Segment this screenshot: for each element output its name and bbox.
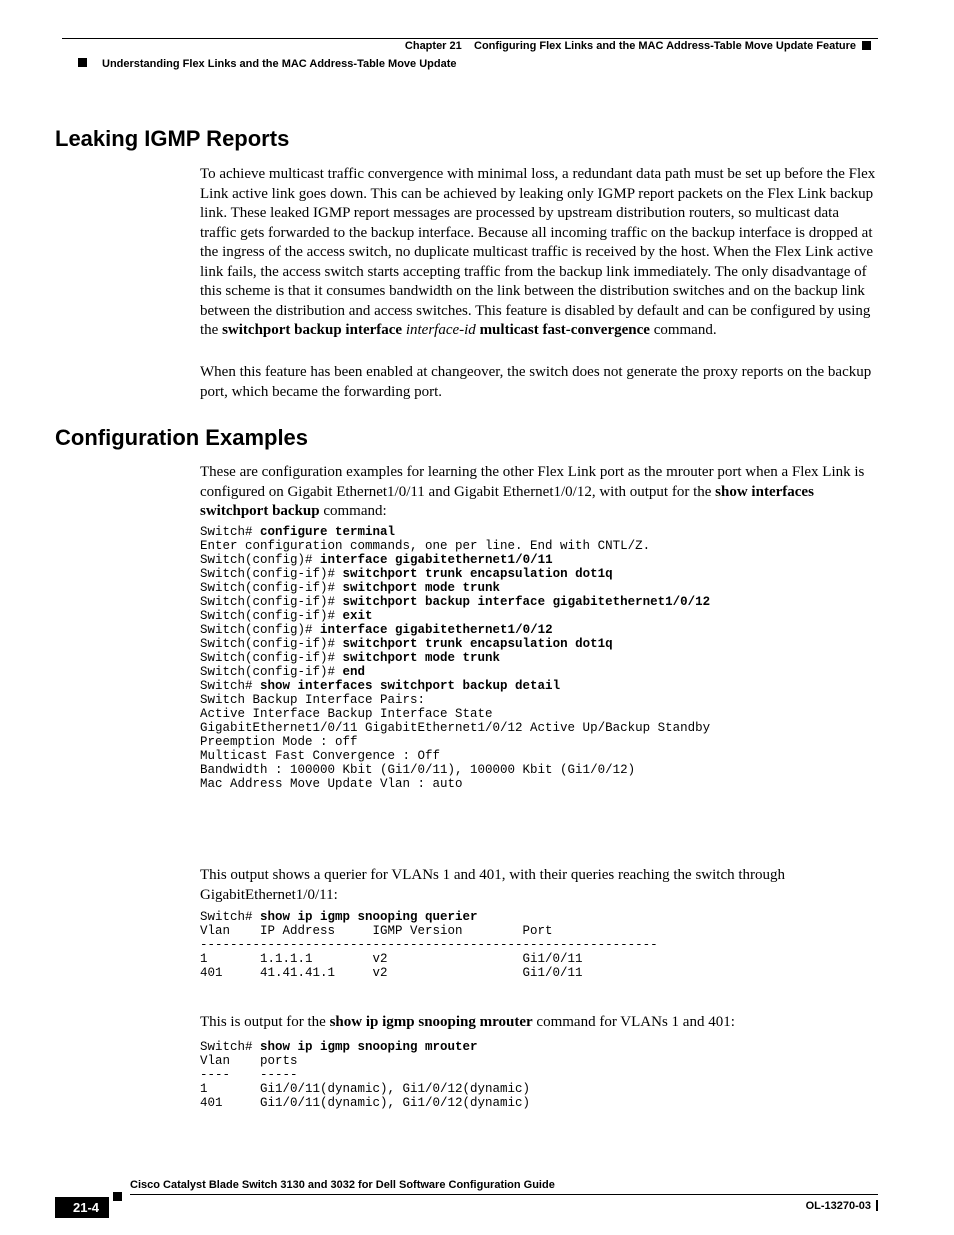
heading-leaking-igmp: Leaking IGMP Reports xyxy=(55,126,289,152)
p1-text-a: To achieve multicast traffic convergence… xyxy=(200,166,875,338)
paragraph-mrouter: This is output for the show ip igmp snoo… xyxy=(200,1013,878,1033)
p5-text-a: This is output for the xyxy=(200,1014,330,1030)
p1-italic: interface-id xyxy=(406,322,476,338)
code-block-querier: Switch# show ip igmp snooping querier Vl… xyxy=(200,910,658,980)
doc-id-bar xyxy=(876,1200,878,1211)
code-block-mrouter: Switch# show ip igmp snooping mrouter Vl… xyxy=(200,1040,530,1110)
p5-bold: show ip igmp snooping mrouter xyxy=(330,1014,533,1030)
paragraph-leaking-igmp: To achieve multicast traffic convergence… xyxy=(200,165,878,341)
heading-config-examples: Configuration Examples xyxy=(55,425,308,451)
doc-id: OL-13270-03 xyxy=(806,1200,871,1212)
paragraph-config-intro: These are configuration examples for lea… xyxy=(200,463,878,522)
chapter-title: Configuring Flex Links and the MAC Addre… xyxy=(474,40,856,52)
code-block-config: Switch# configure terminal Enter configu… xyxy=(200,525,710,791)
header-square-icon xyxy=(862,41,871,50)
page-number: 21-4 xyxy=(55,1197,109,1218)
footer-book-title: Cisco Catalyst Blade Switch 3130 and 303… xyxy=(130,1179,555,1191)
p1-bold-b: multicast fast-convergence xyxy=(480,322,650,338)
p1-text-b: command. xyxy=(650,322,717,338)
p1-bold-a: switchport backup interface xyxy=(222,322,402,338)
p5-text-b: command for VLANs 1 and 401: xyxy=(533,1014,735,1030)
section-square-icon xyxy=(78,58,87,67)
header-section: Understanding Flex Links and the MAC Add… xyxy=(102,58,457,70)
chapter-label: Chapter 21 xyxy=(405,40,462,52)
footer-rule xyxy=(130,1194,878,1195)
header-chapter: Chapter 21 Configuring Flex Links and th… xyxy=(405,40,871,52)
footer-square-icon xyxy=(113,1192,122,1201)
paragraph-querier: This output shows a querier for VLANs 1 … xyxy=(200,866,878,905)
paragraph-changeover: When this feature has been enabled at ch… xyxy=(200,363,878,402)
p3-text-b: command: xyxy=(320,503,387,519)
header-rule xyxy=(62,38,878,39)
